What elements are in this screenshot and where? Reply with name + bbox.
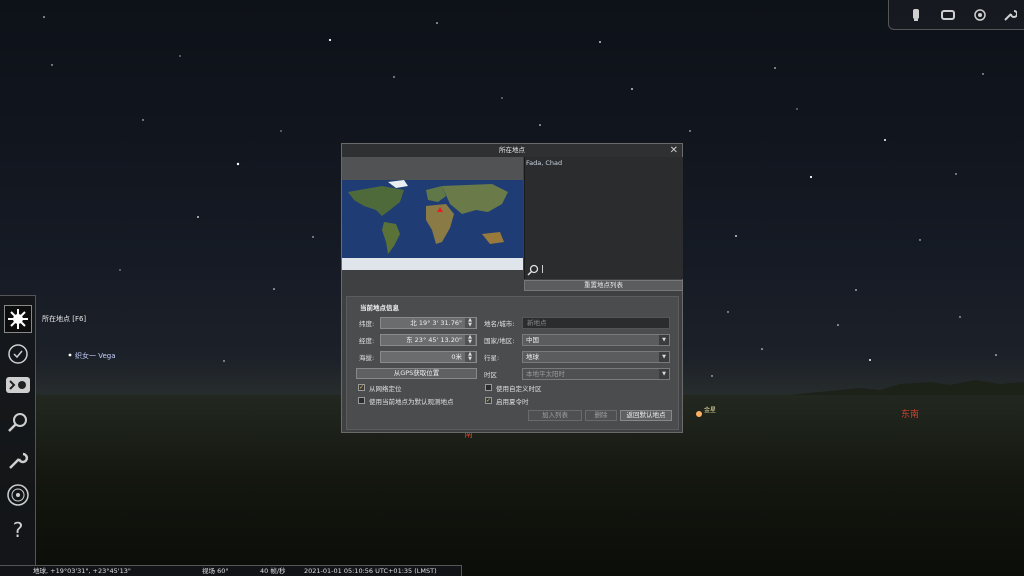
- use-as-default-label: 使用当前地点为默认观测地点: [369, 398, 454, 406]
- delete-button[interactable]: 删除: [585, 410, 617, 421]
- astronomical-calculations-icon[interactable]: [4, 481, 32, 509]
- help-icon[interactable]: ?: [4, 516, 32, 544]
- name-label: 地名/城市:: [484, 320, 515, 328]
- top-toolbar: [888, 0, 1024, 30]
- planet-label: 行星:: [484, 354, 500, 362]
- country-select[interactable]: 中国 ▼: [522, 334, 670, 346]
- cardinal-southeast: 东南: [901, 410, 920, 420]
- search-icon[interactable]: [4, 408, 32, 436]
- wrench-icon[interactable]: [1001, 6, 1019, 24]
- screen-icon[interactable]: [939, 6, 957, 24]
- network-locate-label: 从网络定位: [369, 385, 402, 393]
- current-location-panel: 当前地点信息 纬度: 北 19° 3' 31.76" ▲ ▼ 经度: 东 23° …: [346, 296, 679, 430]
- latitude-value: 北 19° 3' 31.76": [410, 319, 462, 327]
- status-bar: 地球, +19°03'31", +23°45'13" 视场 60° 40 帧/秒…: [0, 565, 462, 576]
- map-header: [342, 157, 523, 180]
- custom-timezone-label: 使用自定义时区: [496, 385, 542, 393]
- search-input[interactable]: [542, 265, 543, 273]
- latitude-label: 纬度:: [359, 320, 375, 328]
- gps-location-button[interactable]: 从GPS获取位置: [356, 368, 477, 379]
- location-dialog: 所在地点 ✕ Fada, Chad 重置地点列表 当前地点信息 纬度: 北 19…: [341, 143, 683, 433]
- return-default-button[interactable]: 返回默认地点: [620, 410, 672, 421]
- altitude-spinbox[interactable]: 0米 ▲ ▼: [380, 351, 477, 363]
- dst-checkbox[interactable]: ✓: [485, 397, 492, 404]
- network-locate-checkbox[interactable]: ✓: [358, 384, 365, 391]
- country-value: 中国: [526, 336, 539, 344]
- sidebar-tooltip: 所在地点 [F6]: [42, 315, 87, 323]
- spin-arrows-icon[interactable]: ▲ ▼: [465, 318, 475, 328]
- chevron-down-icon[interactable]: ▼: [659, 335, 669, 345]
- chevron-down-icon[interactable]: ▼: [659, 369, 669, 379]
- longitude-value: 东 23° 45' 13.20": [406, 336, 462, 344]
- status-fov: 视场 60°: [202, 567, 229, 575]
- timezone-label: 时区: [484, 371, 497, 379]
- location-window-icon[interactable]: [4, 305, 32, 333]
- star-label-vega[interactable]: 织女一 Vega: [75, 351, 116, 361]
- use-as-default-checkbox[interactable]: [358, 397, 365, 404]
- location-list[interactable]: Fada, Chad: [524, 157, 683, 279]
- sky-view-icon[interactable]: [4, 371, 32, 399]
- altitude-value: 0米: [451, 353, 462, 361]
- left-sidebar: ?: [0, 295, 36, 576]
- add-to-list-button[interactable]: 加入列表: [528, 410, 582, 421]
- location-name-field[interactable]: 新地点: [522, 317, 670, 329]
- custom-timezone-checkbox[interactable]: [485, 384, 492, 391]
- world-map[interactable]: [342, 180, 523, 270]
- status-location: 地球, +19°03'31", +23°45'13": [33, 567, 131, 575]
- list-item[interactable]: Fada, Chad: [526, 159, 562, 167]
- longitude-spinbox[interactable]: 东 23° 45' 13.20" ▲ ▼: [380, 334, 477, 346]
- dst-label: 启用夏令时: [496, 398, 529, 406]
- section-title: 当前地点信息: [360, 304, 399, 312]
- latitude-spinbox[interactable]: 北 19° 3' 31.76" ▲ ▼: [380, 317, 477, 329]
- clock-icon[interactable]: [4, 340, 32, 368]
- longitude-label: 经度:: [359, 337, 375, 345]
- reset-location-list-button[interactable]: 重置地点列表: [524, 280, 683, 291]
- spin-arrows-icon[interactable]: ▲ ▼: [465, 352, 475, 362]
- search-icon: [527, 264, 539, 279]
- scope-icon[interactable]: [971, 6, 989, 24]
- dialog-title[interactable]: 所在地点: [342, 144, 682, 157]
- status-fps: 40 帧/秒: [260, 567, 286, 575]
- country-label: 国家/地区:: [484, 337, 515, 345]
- telescope-icon[interactable]: [907, 6, 925, 24]
- planet-select[interactable]: 地球 ▼: [522, 351, 670, 363]
- chevron-down-icon[interactable]: ▼: [659, 352, 669, 362]
- settings-icon[interactable]: [4, 446, 32, 474]
- venus-marker[interactable]: [695, 410, 703, 418]
- planet-value: 地球: [526, 353, 539, 361]
- planet-label-venus: 金星: [704, 407, 717, 414]
- spin-arrows-icon[interactable]: ▲ ▼: [465, 335, 475, 345]
- timezone-select[interactable]: 本地平太阳时 ▼: [522, 368, 670, 380]
- timezone-value: 本地平太阳时: [526, 370, 565, 378]
- altitude-label: 海拔:: [359, 354, 375, 362]
- status-datetime: 2021-01-01 05:10:56 UTC+01:35 (LMST): [304, 567, 437, 575]
- close-icon[interactable]: ✕: [670, 144, 678, 157]
